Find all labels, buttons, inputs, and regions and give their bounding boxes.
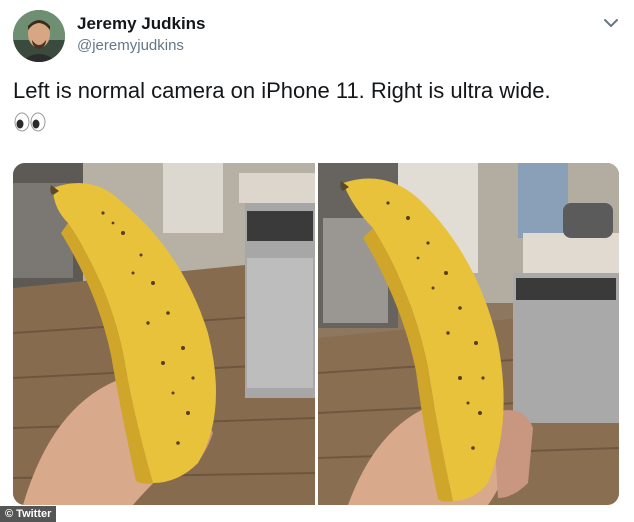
photo-normal-camera[interactable] xyxy=(13,163,316,505)
tweet-text: Left is normal camera on iPhone 11. Righ… xyxy=(13,78,551,103)
avatar[interactable] xyxy=(13,10,65,62)
author-name[interactable]: Jeremy Judkins xyxy=(77,14,206,34)
chevron-down-icon[interactable] xyxy=(600,12,622,34)
avatar-photo xyxy=(13,10,65,62)
image-credit: © Twitter xyxy=(0,506,57,522)
tweet-card: Jeremy Judkins @jeremyjudkins Left is no… xyxy=(0,0,634,522)
author-handle[interactable]: @jeremyjudkins xyxy=(77,37,184,54)
photo-ultra-wide-camera[interactable] xyxy=(317,163,619,505)
tweet-media[interactable] xyxy=(13,163,619,505)
eyes-emoji-icon xyxy=(13,110,47,134)
